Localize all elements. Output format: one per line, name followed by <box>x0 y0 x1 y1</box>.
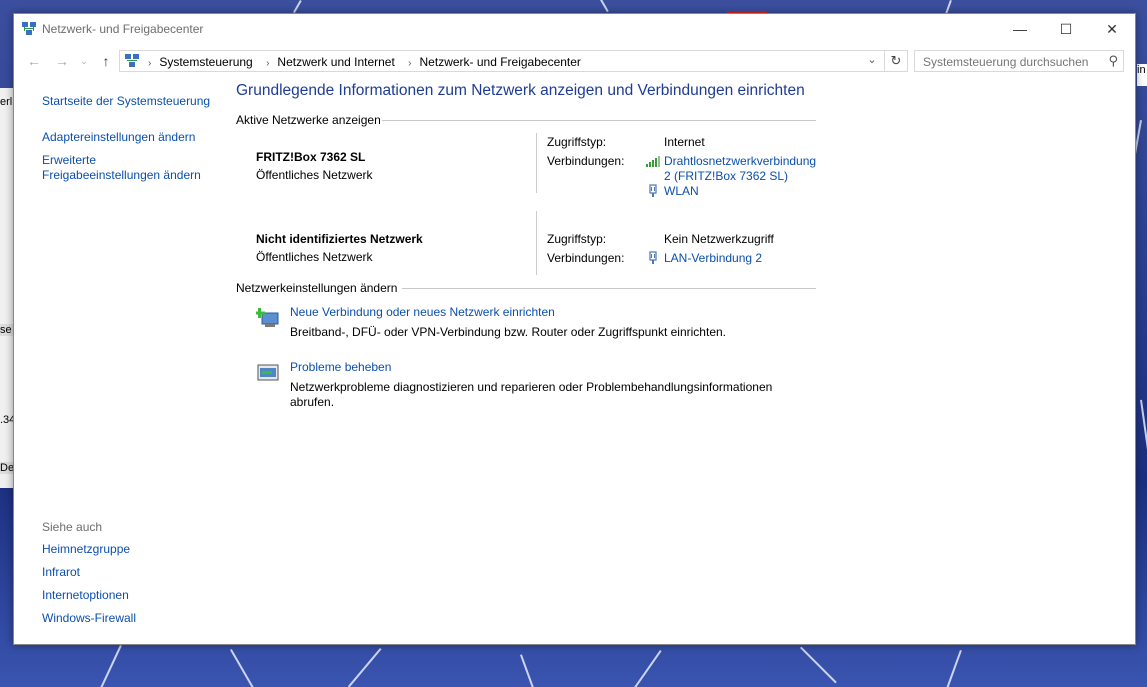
control-panel-window: Netzwerk- und Freigabecenter — ☐ ✕ ← → ⌄… <box>13 13 1136 645</box>
active-networks-label: Aktive Netzwerke anzeigen <box>236 113 381 127</box>
task-new-connection: Neue Verbindung oder neues Netzwerk einr… <box>236 305 826 360</box>
connections-label: Verbindungen: <box>547 154 625 168</box>
chevron-right-icon[interactable]: › <box>266 58 269 69</box>
new-connection-icon <box>256 308 279 327</box>
breadcrumb-item-netzwerk-internet[interactable]: Netzwerk und Internet <box>277 55 394 69</box>
forward-arrow-icon[interactable]: → <box>52 51 72 71</box>
access-type-label: Zugriffstyp: <box>547 135 607 149</box>
background-text: erl <box>0 96 13 108</box>
task-troubleshoot: Probleme beheben Netzwerkprobleme diagno… <box>236 360 826 415</box>
troubleshoot-icon <box>257 364 279 381</box>
nav-advanced-sharing-settings[interactable]: Erweiterte Freigabeeinstellungen ändern <box>42 153 222 183</box>
nav-advanced-sharing-line2: Freigabeeinstellungen ändern <box>42 168 201 182</box>
minimize-button[interactable]: — <box>997 14 1043 45</box>
active-networks-header: Aktive Netzwerke anzeigen <box>236 113 826 127</box>
chevron-right-icon: › <box>148 58 152 69</box>
breadcrumb: › Systemsteuerung › Netzwerk und Internet … <box>148 55 591 69</box>
see-also-homegroup[interactable]: Heimnetzgruppe <box>42 542 222 557</box>
address-bar[interactable]: › Systemsteuerung › Netzwerk und Internet … <box>119 50 908 72</box>
nav-control-panel-home[interactable]: Startseite der Systemsteuerung <box>42 94 222 109</box>
new-connection-description: Breitband-, DFÜ- oder VPN-Verbindung bzw… <box>290 325 726 339</box>
connections-label: Verbindungen: <box>547 251 625 265</box>
lan-connection-link[interactable]: LAN-Verbindung 2 <box>664 251 762 266</box>
divider <box>536 133 537 193</box>
back-arrow-icon[interactable]: ← <box>24 51 44 71</box>
access-type-value: Kein Netzwerkzugriff <box>664 232 774 246</box>
search-box[interactable]: ⚲ <box>914 50 1124 72</box>
background-text: De <box>0 462 14 474</box>
network-entry-fritzbox: FRITZ!Box 7362 SL Öffentliches Netzwerk … <box>236 129 826 213</box>
nav-advanced-sharing-line1: Erweiterte <box>42 153 97 167</box>
close-button[interactable]: ✕ <box>1089 14 1135 45</box>
navigation-bar: ← → ⌄ ↑ › Systemsteuerung › Netzwerk und I… <box>14 47 1135 75</box>
control-panel-icon <box>125 54 139 67</box>
background-text: se <box>0 324 14 336</box>
refresh-icon[interactable]: ↻ <box>884 51 907 71</box>
wireless-connection-link[interactable]: Drahtlosnetzwerkverbindung 2 (FRITZ!Box … <box>664 154 816 184</box>
search-icon[interactable]: ⚲ <box>1108 53 1118 69</box>
wlan-link[interactable]: WLAN <box>664 184 699 199</box>
recent-chevron-down-icon[interactable]: ⌄ <box>74 51 94 71</box>
background-window-right: in <box>1137 64 1147 86</box>
see-also-infrared[interactable]: Infrarot <box>42 565 222 580</box>
network-settings-label: Netzwerkeinstellungen ändern <box>236 281 398 295</box>
breadcrumb-item-freigabecenter[interactable]: Netzwerk- und Freigabecenter <box>420 55 581 69</box>
up-arrow-icon[interactable]: ↑ <box>96 51 116 71</box>
network-name: Nicht identifiziertes Netzwerk <box>256 232 423 246</box>
access-type-label: Zugriffstyp: <box>547 232 607 246</box>
access-type-value: Internet <box>664 135 705 149</box>
background-text: .34 <box>0 414 14 426</box>
network-adapter-icon <box>649 251 657 264</box>
network-settings-header: Netzwerkeinstellungen ändern <box>236 281 826 295</box>
network-entry-unidentified: Nicht identifiziertes Netzwerk Öffentlic… <box>236 211 826 309</box>
title-bar[interactable]: Netzwerk- und Freigabecenter — ☐ ✕ <box>14 14 1135 45</box>
network-adapter-icon <box>649 184 657 197</box>
wifi-signal-icon <box>646 156 660 167</box>
search-input[interactable] <box>921 54 1105 70</box>
background-text: in <box>1137 64 1146 76</box>
troubleshoot-link[interactable]: Probleme beheben <box>290 360 391 374</box>
divider <box>382 120 816 121</box>
see-also-windows-firewall[interactable]: Windows-Firewall <box>42 611 222 626</box>
address-dropdown-chevron-icon[interactable]: ⌄ <box>865 53 879 66</box>
maximize-button[interactable]: ☐ <box>1043 14 1089 45</box>
troubleshoot-description: Netzwerkprobleme diagnostizieren und rep… <box>290 380 790 410</box>
network-type: Öffentliches Netzwerk <box>256 168 373 182</box>
divider <box>536 211 537 275</box>
wireless-connection-line1: Drahtlosnetzwerkverbindung <box>664 154 817 168</box>
nav-adapter-settings[interactable]: Adaptereinstellungen ändern <box>42 130 222 145</box>
see-also-internet-options[interactable]: Internetoptionen <box>42 588 222 603</box>
main-content: Grundlegende Informationen zum Netzwerk … <box>236 82 826 415</box>
left-navigation: Startseite der Systemsteuerung Adapterei… <box>42 94 222 183</box>
wireless-connection-line2: 2 (FRITZ!Box 7362 SL) <box>664 169 789 183</box>
window-title: Netzwerk- und Freigabecenter <box>42 22 204 36</box>
new-connection-link[interactable]: Neue Verbindung oder neues Netzwerk einr… <box>290 305 555 319</box>
divider <box>402 288 816 289</box>
chevron-right-icon[interactable]: › <box>408 58 411 69</box>
page-title: Grundlegende Informationen zum Netzwerk … <box>236 82 805 99</box>
see-also-section: Siehe auch Heimnetzgruppe Infrarot Inter… <box>42 520 222 634</box>
breadcrumb-item-systemsteuerung[interactable]: Systemsteuerung <box>159 55 252 69</box>
network-type: Öffentliches Netzwerk <box>256 250 373 264</box>
network-center-icon <box>22 22 36 35</box>
see-also-header: Siehe auch <box>42 520 103 534</box>
troubleshoot-description-line1: Netzwerkprobleme diagnostizieren und rep… <box>290 380 773 394</box>
troubleshoot-description-line2: abrufen. <box>290 395 335 409</box>
network-name: FRITZ!Box 7362 SL <box>256 150 366 164</box>
